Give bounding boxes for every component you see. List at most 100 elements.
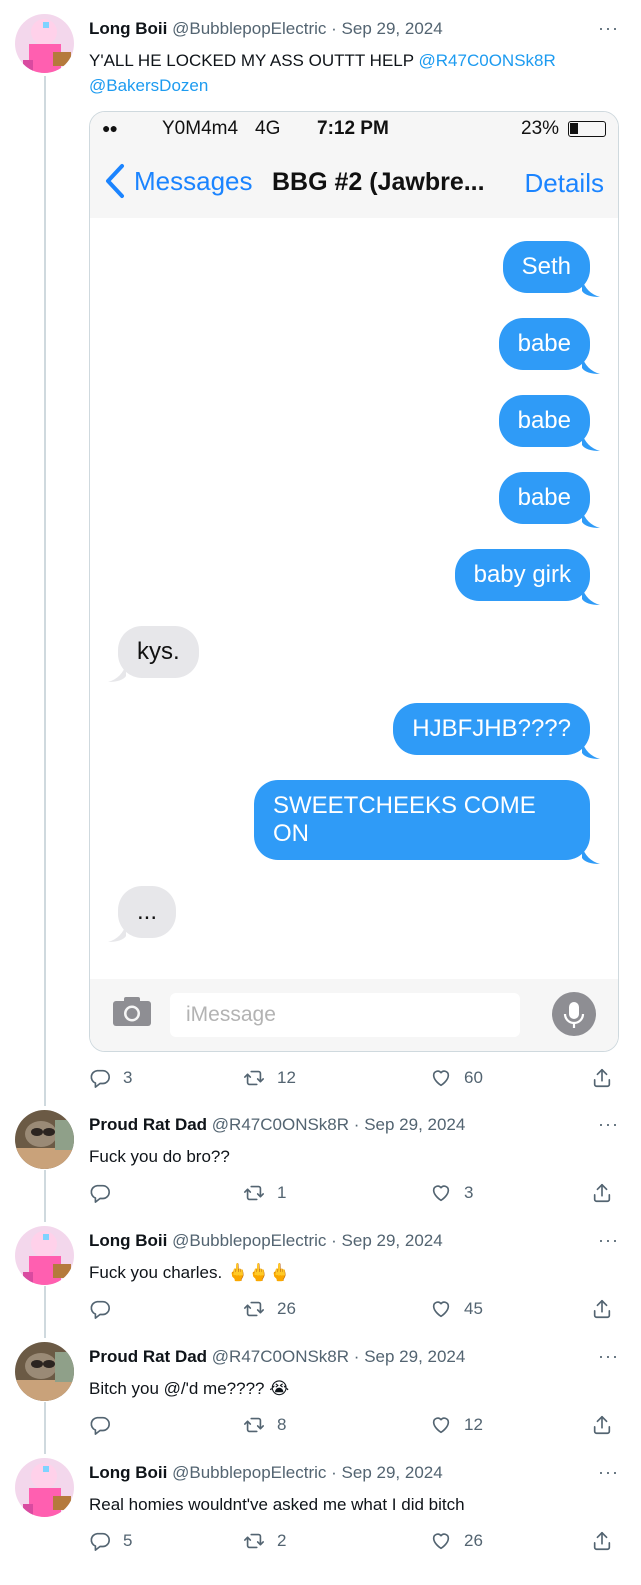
like-button[interactable]: 60 [430, 1067, 483, 1089]
reply-icon [89, 1067, 111, 1089]
tweet-date[interactable]: Sep 29, 2024 [342, 1463, 443, 1482]
message-text: babe [517, 330, 571, 357]
author-name[interactable]: Long Boii [89, 1231, 167, 1250]
share-button[interactable] [591, 1182, 613, 1204]
message-bubble-outgoing: babe [498, 395, 600, 451]
retweet-button[interactable]: 8 [243, 1414, 286, 1436]
like-count: 45 [464, 1299, 483, 1318]
retweet-button[interactable]: 1 [243, 1182, 286, 1204]
separator: · [353, 1115, 360, 1134]
like-button[interactable]: 12 [430, 1414, 483, 1436]
reply-button[interactable]: 3 [89, 1067, 132, 1089]
tweet-actions: 8 12 [89, 1414, 619, 1438]
retweet-count: 26 [277, 1299, 296, 1318]
mention-link[interactable]: @R47C0ONSk8R [419, 51, 556, 70]
more-options-icon[interactable]: ··· [598, 1463, 619, 1481]
retweet-count: 1 [277, 1183, 287, 1202]
retweet-count: 8 [277, 1415, 287, 1434]
message-bubble-incoming: kys. [108, 626, 199, 682]
author-handle[interactable]: @BubblepopElectric [172, 1231, 326, 1250]
tweet-actions: 1 3 [89, 1182, 619, 1206]
retweet-icon [243, 1414, 265, 1436]
author-handle[interactable]: @BubblepopElectric [172, 1463, 326, 1482]
tweet-date[interactable]: Sep 29, 2024 [364, 1115, 465, 1134]
message-text: babe [517, 484, 571, 511]
separator: · [353, 1347, 360, 1366]
author-handle[interactable]: @R47C0ONSk8R [212, 1347, 349, 1366]
message-bubble-outgoing: babe [498, 318, 600, 374]
more-options-icon[interactable]: ··· [598, 19, 619, 37]
message-bubble-incoming: ... [108, 886, 177, 942]
like-button[interactable]: 26 [430, 1530, 483, 1552]
avatar[interactable] [15, 14, 74, 73]
share-button[interactable] [591, 1067, 613, 1089]
avatar[interactable] [15, 1342, 74, 1401]
share-icon [591, 1067, 613, 1089]
more-options-icon[interactable]: ··· [598, 1347, 619, 1365]
microphone-icon[interactable] [552, 992, 596, 1036]
reply-button[interactable] [89, 1182, 123, 1204]
reply-button[interactable] [89, 1414, 123, 1436]
message-text: ... [137, 898, 158, 925]
reply-icon [89, 1530, 111, 1552]
ios-nav-bar: Messages BBG #2 (Jawbre... Details [90, 146, 618, 218]
tweet-text: Y'ALL HE LOCKED MY ASS OUTTT HELP @R47C0… [89, 48, 623, 98]
reply-icon [89, 1182, 111, 1204]
share-icon [591, 1182, 613, 1204]
message-input-bar: iMessage [90, 979, 618, 1051]
back-button[interactable]: Messages [104, 163, 253, 199]
avatar[interactable] [15, 1458, 74, 1517]
message-text: baby girk [473, 561, 571, 588]
author-handle[interactable]: @R47C0ONSk8R [212, 1115, 349, 1134]
tweet-text: Fuck you charles. 🖕🖕🖕 [89, 1263, 291, 1282]
details-button[interactable]: Details [525, 168, 604, 199]
tweet-media-image[interactable]: ●● Y0M4m4 4G 7:12 PM 23% Messages BBG #2… [89, 111, 619, 1052]
tweet-date[interactable]: Sep 29, 2024 [342, 1231, 443, 1250]
author-name[interactable]: Long Boii [89, 19, 167, 38]
tweet[interactable]: Long Boii @BubblepopElectric · Sep 29, 2… [0, 1222, 641, 1338]
tweet[interactable]: Proud Rat Dad @R47C0ONSk8R · Sep 29, 202… [0, 1106, 641, 1222]
like-button[interactable]: 45 [430, 1298, 483, 1320]
message-text: babe [517, 407, 571, 434]
share-button[interactable] [591, 1530, 613, 1552]
tweet-date[interactable]: Sep 29, 2024 [364, 1347, 465, 1366]
message-text: HJBFJHB???? [412, 715, 571, 742]
reply-button[interactable] [89, 1298, 123, 1320]
message-bubble-outgoing: SWEETCHEEKS COME ON [254, 780, 600, 864]
message-text: kys. [137, 638, 180, 665]
author-handle[interactable]: @BubblepopElectric [172, 19, 326, 38]
retweet-button[interactable]: 26 [243, 1298, 296, 1320]
author-name[interactable]: Proud Rat Dad [89, 1347, 207, 1366]
more-options-icon[interactable]: ··· [598, 1115, 619, 1133]
tweet[interactable]: Long Boii @BubblepopElectric · Sep 29, 2… [0, 1454, 641, 1585]
share-button[interactable] [591, 1414, 613, 1436]
reply-count: 3 [123, 1068, 133, 1087]
message-text: SWEETCHEEKS COME ON [273, 792, 536, 847]
author-name[interactable]: Long Boii [89, 1463, 167, 1482]
like-button[interactable]: 3 [430, 1182, 473, 1204]
message-text: Seth [521, 253, 571, 280]
signal-icon: ●● [102, 120, 118, 136]
retweet-icon [243, 1182, 265, 1204]
tweet[interactable]: Long Boii @BubblepopElectric · Sep 29, 2… [0, 0, 641, 1110]
tweet-actions: 5 2 26 [89, 1530, 619, 1554]
tweet[interactable]: Proud Rat Dad @R47C0ONSk8R · Sep 29, 202… [0, 1338, 641, 1454]
retweet-button[interactable]: 12 [243, 1067, 296, 1089]
camera-icon[interactable] [112, 995, 152, 1027]
reply-button[interactable]: 5 [89, 1530, 132, 1552]
tweet-text: Real homies wouldnt've asked me what I d… [89, 1495, 465, 1514]
avatar[interactable] [15, 1110, 74, 1169]
separator: · [331, 1231, 337, 1250]
mention-link[interactable]: @BakersDozen [89, 76, 208, 95]
retweet-icon [243, 1298, 265, 1320]
tweet-text: Bitch you @/'d me???? 😭 [89, 1379, 290, 1398]
avatar[interactable] [15, 1226, 74, 1285]
retweet-button[interactable]: 2 [243, 1530, 286, 1552]
more-options-icon[interactable]: ··· [598, 1231, 619, 1249]
like-count: 26 [464, 1531, 483, 1550]
share-button[interactable] [591, 1298, 613, 1320]
tweet-text: Fuck you do bro?? [89, 1147, 230, 1166]
tweet-date[interactable]: Sep 29, 2024 [342, 19, 443, 38]
imessage-input[interactable]: iMessage [170, 993, 520, 1037]
author-name[interactable]: Proud Rat Dad [89, 1115, 207, 1134]
